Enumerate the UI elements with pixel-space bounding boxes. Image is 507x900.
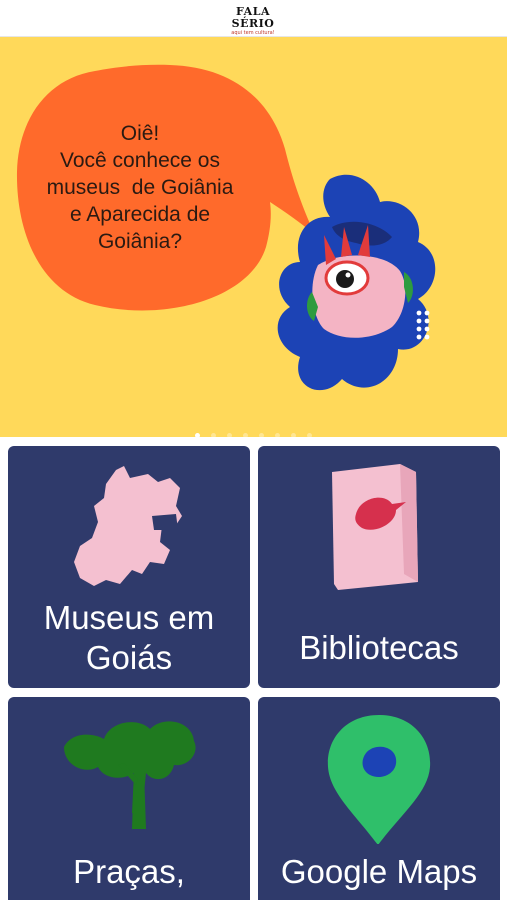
speech-line: museus de Goiânia [46, 176, 234, 199]
app-screen: FALA SÉRIO aqui tem cultura! Oiê! Você c… [0, 0, 507, 900]
hero-banner-carousel[interactable]: Oiê! Você conhece os museus de Goiânia e… [0, 37, 507, 437]
app-logo[interactable]: FALA SÉRIO aqui tem cultura! [225, 5, 281, 37]
book-icon [332, 464, 418, 590]
speech-line: e Aparecida de [69, 203, 211, 226]
card-label: Bibliotecas [299, 629, 459, 666]
tree-icon [64, 721, 196, 829]
card-label: Google Maps [280, 853, 478, 890]
card-museus-em-goias[interactable]: Museus em Goiás [8, 446, 250, 688]
card-pracas[interactable]: Praças, [8, 697, 250, 900]
speech-line: Você conhece os [60, 149, 220, 172]
card-google-maps[interactable]: Google Maps [258, 697, 500, 900]
map-pin-icon [327, 715, 431, 844]
card-bibliotecas[interactable]: Bibliotecas [258, 446, 500, 688]
logo-text: FALA SÉRIO [231, 5, 275, 30]
speech-bubble-text: Oiê! Você conhece os museus de Goiânia e… [24, 120, 256, 255]
goias-map-icon [74, 466, 182, 586]
speech-line: Goiânia? [97, 230, 183, 253]
top-app-bar: FALA SÉRIO aqui tem cultura! [0, 0, 507, 37]
carousel-page-indicator[interactable] [0, 423, 507, 437]
speech-line: Oiê! [120, 122, 160, 145]
card-label: Praças, [73, 853, 185, 890]
card-label: Museus em Goiás [43, 599, 215, 676]
mascot-pupil [336, 270, 354, 288]
category-grid: Museus em Goiás Bibliotecas Praças, Goog… [0, 437, 507, 900]
logo-tagline: aqui tem cultura! [231, 30, 275, 36]
